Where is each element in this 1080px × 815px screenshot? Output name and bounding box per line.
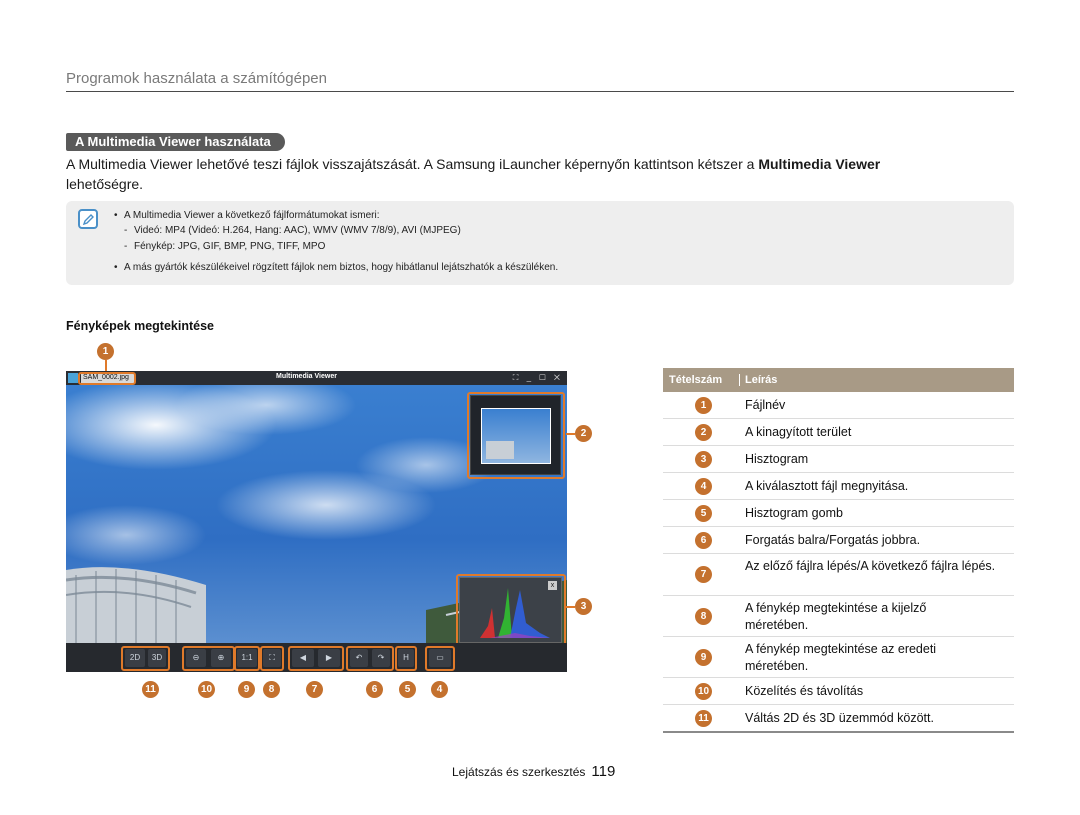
table-row: 4A kiválasztott fájl megnyitása. [663, 473, 1014, 500]
highlight-2d3d [121, 646, 170, 671]
window-controls[interactable]: ⛶ _ ☐ ✕ [513, 373, 563, 383]
callout-1: 1 [97, 343, 114, 360]
callout-7: 7 [306, 681, 323, 698]
table-row: 6 Forgatás balra/Forgatás jobbra. [663, 527, 1014, 554]
highlight-zoom [182, 646, 235, 671]
table-row: 10 Közelítés és távolítás [663, 678, 1014, 705]
callout-2-leader [566, 433, 575, 435]
table-row: 11 Váltás 2D és 3D üzemmód között. [663, 705, 1014, 733]
note-line-3: - Fénykép: JPG, GIF, BMP, PNG, TIFF, MPO [124, 241, 326, 252]
callout-3-leader [566, 606, 575, 608]
highlight-histogram [456, 574, 566, 647]
viewer-titlebar: SAM_0002.jpg Multimedia Viewer ⛶ _ ☐ ✕ [66, 371, 567, 385]
page-footer: Lejátszás és szerkesztés 119 [452, 763, 615, 780]
table-row: 1 Fájlnév [663, 392, 1014, 419]
callout-5: 5 [399, 681, 416, 698]
table-row: 8A fénykép megtekintése a kijelző méreté… [663, 596, 1014, 637]
table-row: 2A kinagyított terület [663, 419, 1014, 446]
viewer-title: Multimedia Viewer [276, 373, 337, 380]
table-row: 9A fénykép megtekintése az eredeti méret… [663, 637, 1014, 678]
viewer-app-icon [68, 373, 78, 383]
highlight-fit [260, 646, 284, 671]
callout-4: 4 [431, 681, 448, 698]
highlight-navigation [288, 646, 344, 671]
note-line-1: • A Multimedia Viewer a következő fájlfor… [114, 210, 380, 221]
page-number: 119 [591, 763, 616, 780]
callout-11: 11 [142, 681, 159, 698]
highlight-open [425, 646, 455, 671]
callout-6: 6 [366, 681, 383, 698]
highlight-filename [78, 372, 136, 385]
callout-9: 9 [238, 681, 255, 698]
highlight-hist-button [395, 646, 417, 671]
footer-text: Lejátszás és szerkesztés [452, 765, 586, 779]
subsection-title: Fényképek megtekintése [66, 319, 214, 333]
callout-3: 3 [575, 598, 592, 615]
intro-bold: Multimedia Viewer [758, 156, 881, 172]
items-table: Tételszám Leírás 1 Fájlnév 2A kinagyított… [663, 368, 1014, 733]
section-tab: A Multimedia Viewer használata [66, 133, 285, 151]
col-header-num: Tételszám [669, 374, 723, 386]
multimedia-viewer-screenshot: SAM_0002.jpg Multimedia Viewer ⛶ _ ☐ ✕ x… [66, 371, 567, 672]
page-header: Programok használata a számítógépen [66, 70, 1014, 92]
highlight-ratio [234, 646, 260, 671]
callout-10: 10 [198, 681, 215, 698]
note-line-4: • A más gyártók készülékeivel rögzített f… [114, 262, 559, 273]
table-row: 5 Hisztogram gomb [663, 500, 1014, 527]
callout-2: 2 [575, 425, 592, 442]
intro-paragraph: A Multimedia Viewer lehetővé teszi fájlo… [66, 154, 1016, 194]
highlight-zoom-preview [467, 392, 565, 479]
table-row: 7 Az előző fájlra lépés/A következő fájlr… [663, 554, 1014, 596]
intro-text-2: lehetőségre. [66, 176, 144, 192]
col-header-desc: Leírás [739, 374, 777, 386]
callout-8: 8 [263, 681, 280, 698]
page-header-title: Programok használata a számítógépen [66, 70, 327, 87]
note-line-2: - Videó: MP4 (Videó: H.264, Hang: AAC), W… [124, 225, 461, 236]
note-box: • A Multimedia Viewer a következő fájlfor… [66, 201, 1014, 285]
highlight-rotate [346, 646, 394, 671]
intro-text-1: A Multimedia Viewer lehetővé teszi fájlo… [66, 156, 759, 172]
table-row: 3 Hisztogram [663, 446, 1014, 473]
note-pencil-icon [78, 209, 98, 229]
table-header: Tételszám Leírás [663, 368, 1014, 392]
